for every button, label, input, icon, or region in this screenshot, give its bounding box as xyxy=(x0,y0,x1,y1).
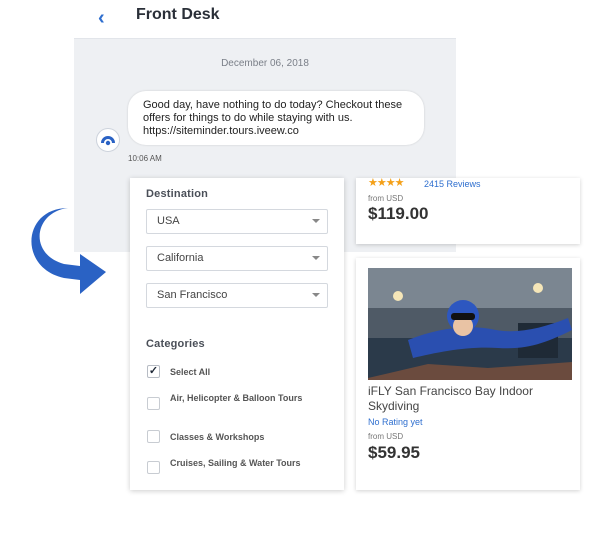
categories-label: Categories xyxy=(146,338,205,350)
rating-text: No Rating yet xyxy=(368,417,423,427)
category-label: Classes & Workshops xyxy=(170,432,265,442)
chat-header xyxy=(74,0,456,39)
select-all-checkbox[interactable]: ✓ xyxy=(147,365,160,378)
reviews-link[interactable]: 2415 Reviews xyxy=(424,179,481,189)
chat-title: Front Desk xyxy=(136,6,220,23)
back-chevron-icon[interactable]: ‹ xyxy=(98,7,112,29)
price: $119.00 xyxy=(368,204,429,223)
category-checkbox[interactable] xyxy=(147,430,160,443)
message-time: 10:06 AM xyxy=(128,154,162,163)
curved-arrow-icon xyxy=(26,202,116,302)
chevron-down-icon xyxy=(312,256,320,260)
price-prefix: from USD xyxy=(368,432,404,441)
chevron-down-icon xyxy=(312,219,320,223)
country-value: USA xyxy=(157,215,180,227)
category-checkbox[interactable] xyxy=(147,397,160,410)
star-rating: ★★★★ xyxy=(368,177,404,189)
avatar-icon xyxy=(96,128,120,152)
chevron-down-icon xyxy=(312,293,320,297)
price-prefix: from USD xyxy=(368,194,404,203)
category-label: Select All xyxy=(170,367,211,377)
destination-label: Destination xyxy=(146,188,209,200)
category-label: Air, Helicopter & Balloon Tours xyxy=(170,393,303,403)
message-text: Good day, have nothing to do today? Chec… xyxy=(143,99,403,137)
listing-title[interactable]: iFLY San Francisco Bay Indoor Skydiving xyxy=(368,384,573,414)
price: $59.95 xyxy=(368,443,420,462)
checkmark-icon: ✓ xyxy=(148,365,159,377)
message-date: December 06, 2018 xyxy=(221,58,309,69)
category-checkbox[interactable] xyxy=(147,461,160,474)
category-label: Cruises, Sailing & Water Tours xyxy=(170,458,301,468)
state-value: California xyxy=(157,252,204,264)
city-value: San Francisco xyxy=(157,289,228,301)
listing-photo[interactable] xyxy=(368,268,572,380)
